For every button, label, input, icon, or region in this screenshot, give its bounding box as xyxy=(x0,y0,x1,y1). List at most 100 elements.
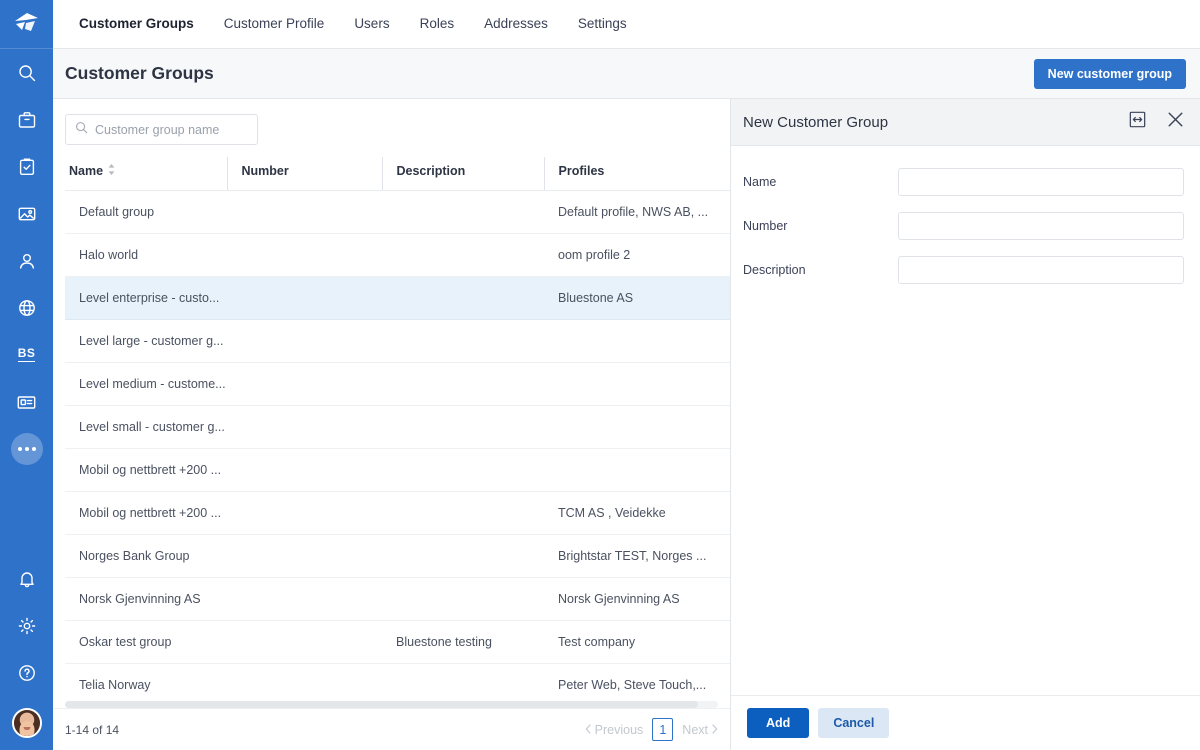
cell-number xyxy=(227,535,382,578)
column-header-profiles[interactable]: Profiles xyxy=(544,157,730,191)
table-row[interactable]: Level enterprise - custo... Bluestone AS xyxy=(65,277,730,320)
table-row[interactable]: Norges Bank GroupBrightstar TEST, Norges… xyxy=(65,535,730,578)
sidebar-item-bs[interactable]: BS xyxy=(0,331,53,378)
new-customer-group-button[interactable]: New customer group xyxy=(1034,59,1186,89)
name-field[interactable] xyxy=(898,168,1184,196)
tab-roles[interactable]: Roles xyxy=(405,0,470,48)
number-field[interactable] xyxy=(898,212,1184,240)
cell-name: Halo world xyxy=(65,234,227,277)
sidebar-item-globe[interactable] xyxy=(0,284,53,331)
table-row[interactable]: Telia NorwayPeter Web, Steve Touch,... xyxy=(65,664,730,702)
sidebar-item-help[interactable] xyxy=(0,649,53,696)
cell-number xyxy=(227,578,382,621)
cell-description xyxy=(382,234,544,277)
app-logo[interactable] xyxy=(0,0,53,49)
cell-number xyxy=(227,320,382,363)
tab-users[interactable]: Users xyxy=(339,0,404,48)
cell-name: Level small - customer g... xyxy=(65,406,227,449)
more-dots-icon xyxy=(11,433,43,465)
table-row[interactable]: Level medium - custome... xyxy=(65,363,730,406)
cell-description: Bluestone testing xyxy=(382,621,544,664)
cell-profiles: TCM AS , Veidekke xyxy=(544,492,730,535)
avatar xyxy=(12,708,42,738)
table-row[interactable]: Norsk Gjenvinning ASNorsk Gjenvinning AS xyxy=(65,578,730,621)
previous-page-label: Previous xyxy=(595,723,644,737)
cell-profiles: oom profile 2 xyxy=(544,234,730,277)
page-header-bar: Customer Groups New customer group xyxy=(53,49,1200,99)
sidebar-item-monitor[interactable] xyxy=(0,378,53,425)
column-header-description[interactable]: Description xyxy=(382,157,544,191)
monitor-icon xyxy=(16,392,37,412)
column-header-number[interactable]: Number xyxy=(227,157,382,191)
column-header-number-label: Number xyxy=(228,164,382,178)
sidebar-item-user[interactable] xyxy=(0,237,53,284)
tab-addresses[interactable]: Addresses xyxy=(469,0,563,48)
page-number-1[interactable]: 1 xyxy=(652,718,673,741)
cell-name: Oskar test group xyxy=(65,621,227,664)
content-body: Name Number xyxy=(53,99,1200,750)
sidebar-item-briefcase[interactable] xyxy=(0,96,53,143)
tab-settings[interactable]: Settings xyxy=(563,0,642,48)
table-body: Default group Default profile, NWS AB, ..… xyxy=(65,191,730,702)
description-field-label: Description xyxy=(743,263,898,277)
sidebar-item-bs-label: BS xyxy=(18,347,35,362)
cell-profiles: Bluestone AS xyxy=(544,277,730,320)
cell-description xyxy=(382,406,544,449)
cell-description xyxy=(382,320,544,363)
table-row[interactable]: Oskar test groupBluestone testingTest co… xyxy=(65,621,730,664)
cell-description xyxy=(382,277,544,320)
tab-customer-profile[interactable]: Customer Profile xyxy=(209,0,340,48)
table-row[interactable]: Level small - customer g... xyxy=(65,406,730,449)
cell-number xyxy=(227,191,382,234)
cell-name: Default group xyxy=(65,191,227,234)
add-button[interactable]: Add xyxy=(747,708,809,738)
chevron-right-icon xyxy=(712,723,718,737)
tab-customer-groups[interactable]: Customer Groups xyxy=(64,0,209,48)
customer-groups-table: Name Number xyxy=(65,157,730,701)
search-box[interactable] xyxy=(65,114,258,145)
cell-name: Mobil og nettbrett +200 ... xyxy=(65,449,227,492)
drawer-form: Name Number Description xyxy=(731,146,1200,695)
cell-description xyxy=(382,191,544,234)
table-row[interactable]: Default group Default profile, NWS AB, ..… xyxy=(65,191,730,234)
sidebar-item-profile[interactable] xyxy=(0,696,53,750)
table-row[interactable]: Mobil og nettbrett +200 ... xyxy=(65,449,730,492)
cell-number xyxy=(227,492,382,535)
close-icon[interactable] xyxy=(1166,110,1185,134)
cell-profiles: Brightstar TEST, Norges ... xyxy=(544,535,730,578)
cancel-button[interactable]: Cancel xyxy=(818,708,889,738)
cell-number xyxy=(227,621,382,664)
field-row-description: Description xyxy=(743,256,1184,284)
scrollbar-thumb[interactable] xyxy=(65,701,698,708)
horizontal-scrollbar[interactable] xyxy=(65,701,718,708)
sidebar-item-tasks[interactable] xyxy=(0,143,53,190)
sidebar-item-settings[interactable] xyxy=(0,602,53,649)
next-page-button[interactable]: Next xyxy=(682,723,718,737)
table-row[interactable]: Halo world oom profile 2 xyxy=(65,234,730,277)
cell-name: Norsk Gjenvinning AS xyxy=(65,578,227,621)
sidebar-item-more[interactable] xyxy=(0,425,53,472)
sidebar-item-notifications[interactable] xyxy=(0,555,53,602)
table-head: Name Number xyxy=(65,157,730,191)
image-icon xyxy=(17,204,37,224)
sidebar-item-media[interactable] xyxy=(0,190,53,237)
field-row-number: Number xyxy=(743,212,1184,240)
search-input[interactable] xyxy=(95,123,248,137)
previous-page-button[interactable]: Previous xyxy=(585,723,644,737)
cell-number xyxy=(227,406,382,449)
drawer-title: New Customer Group xyxy=(743,114,888,131)
chevron-left-icon xyxy=(585,723,591,737)
cell-number xyxy=(227,449,382,492)
cell-name: Level enterprise - custo... xyxy=(65,277,227,320)
sidebar-item-search[interactable] xyxy=(0,49,53,96)
cell-profiles xyxy=(544,320,730,363)
description-field[interactable] xyxy=(898,256,1184,284)
sidebar: BS xyxy=(0,0,53,750)
search-icon xyxy=(75,121,88,139)
column-header-name[interactable]: Name xyxy=(65,157,227,191)
table-row[interactable]: Mobil og nettbrett +200 ...TCM AS , Veid… xyxy=(65,492,730,535)
expand-horizontal-icon[interactable] xyxy=(1129,111,1146,133)
table-row[interactable]: Level large - customer g... xyxy=(65,320,730,363)
cell-profiles: Default profile, NWS AB, ... xyxy=(544,191,730,234)
app-root: BS xyxy=(0,0,1200,750)
